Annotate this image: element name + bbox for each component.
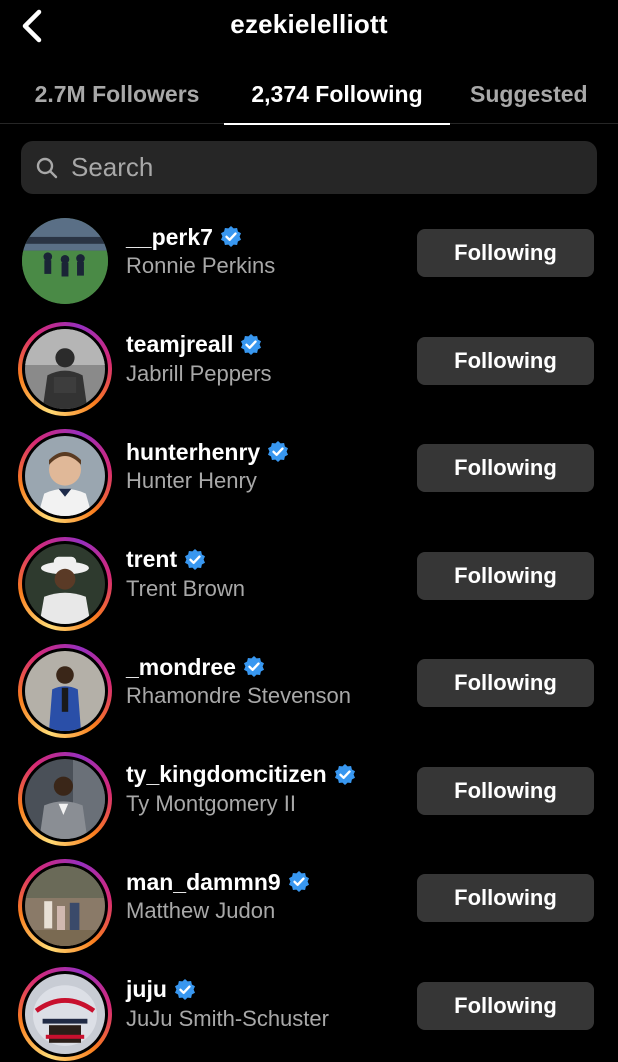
following-button[interactable]: Following bbox=[417, 229, 594, 277]
username[interactable]: juju bbox=[126, 976, 167, 1003]
username[interactable]: trent bbox=[126, 546, 177, 573]
avatar[interactable] bbox=[18, 214, 112, 308]
full-name: Jabrill Peppers bbox=[126, 360, 272, 386]
avatar[interactable] bbox=[18, 644, 112, 738]
list-item: man_dammn9 Matthew Judon Following bbox=[0, 844, 618, 953]
following-button[interactable]: Following bbox=[417, 766, 594, 815]
avatar[interactable] bbox=[18, 321, 112, 416]
verified-badge-icon bbox=[220, 226, 241, 247]
username[interactable]: hunterhenry bbox=[126, 439, 260, 466]
full-name: Hunter Henry bbox=[126, 468, 257, 493]
verified-badge-icon bbox=[334, 763, 355, 785]
full-name: Rhamondre Stevenson bbox=[126, 683, 352, 708]
profile-photo bbox=[25, 543, 105, 624]
list-item: ty_kingdomcitizen Ty Montgomery II Follo… bbox=[0, 737, 618, 846]
tab-bar: 2.7M Followers 2,374 Following Suggested bbox=[0, 64, 618, 125]
following-button[interactable]: Following bbox=[417, 981, 594, 1030]
search-input[interactable]: Search bbox=[21, 141, 597, 194]
username[interactable]: man_dammn9 bbox=[126, 869, 281, 896]
profile-photo bbox=[25, 866, 105, 946]
username[interactable]: ty_kingdomcitizen bbox=[126, 761, 327, 788]
profile-photo bbox=[25, 973, 105, 1054]
search-icon bbox=[36, 157, 58, 178]
profile-photo bbox=[25, 436, 105, 516]
username[interactable]: __perk7 bbox=[126, 224, 213, 251]
list-item: hunterhenry Hunter Henry Following bbox=[0, 414, 618, 523]
avatar[interactable] bbox=[18, 536, 112, 631]
avatar[interactable] bbox=[18, 429, 112, 523]
profile-photo bbox=[25, 651, 105, 731]
following-button[interactable]: Following bbox=[417, 336, 594, 385]
profile-photo bbox=[25, 758, 105, 839]
verified-badge-icon bbox=[243, 656, 264, 677]
list-item: trent Trent Brown Following bbox=[0, 522, 618, 631]
following-button[interactable]: Following bbox=[417, 551, 594, 600]
verified-badge-icon bbox=[185, 548, 206, 570]
following-button[interactable]: Following bbox=[417, 444, 594, 492]
list-item: juju JuJu Smith-Schuster Following bbox=[0, 952, 618, 1061]
following-button[interactable]: Following bbox=[417, 659, 594, 707]
full-name: JuJu Smith-Schuster bbox=[126, 1005, 329, 1031]
search-placeholder: Search bbox=[71, 152, 154, 182]
verified-badge-icon bbox=[241, 333, 262, 355]
username[interactable]: teamjreall bbox=[126, 331, 233, 358]
profile-photo bbox=[25, 328, 105, 409]
top-bar: ezekielelliott bbox=[0, 0, 618, 54]
username[interactable]: _mondree bbox=[126, 654, 236, 681]
tab-following[interactable]: 2,374 Following bbox=[224, 64, 450, 125]
list-item: teamjreall Jabrill Peppers Following bbox=[0, 307, 618, 416]
full-name: Matthew Judon bbox=[126, 898, 276, 923]
list-item: _mondree Rhamondre Stevenson Following bbox=[0, 629, 618, 738]
page-title: ezekielelliott bbox=[230, 9, 388, 39]
verified-badge-icon bbox=[174, 978, 195, 1000]
list-item: __perk7 Ronnie Perkins Following bbox=[0, 199, 618, 307]
verified-badge-icon bbox=[288, 871, 309, 892]
tab-suggested[interactable]: Suggested bbox=[450, 64, 618, 124]
avatar[interactable] bbox=[18, 966, 112, 1061]
verified-badge-icon bbox=[268, 441, 289, 462]
following-button[interactable]: Following bbox=[417, 874, 594, 922]
avatar[interactable] bbox=[18, 859, 112, 953]
full-name: Ronnie Perkins bbox=[126, 253, 276, 278]
tab-followers[interactable]: 2.7M Followers bbox=[10, 64, 224, 124]
avatar[interactable] bbox=[18, 751, 112, 846]
full-name: Ty Montgomery II bbox=[126, 790, 296, 816]
following-list: __perk7 Ronnie Perkins Following teamjre… bbox=[0, 199, 618, 1061]
full-name: Trent Brown bbox=[126, 575, 246, 601]
profile-photo bbox=[22, 218, 108, 304]
